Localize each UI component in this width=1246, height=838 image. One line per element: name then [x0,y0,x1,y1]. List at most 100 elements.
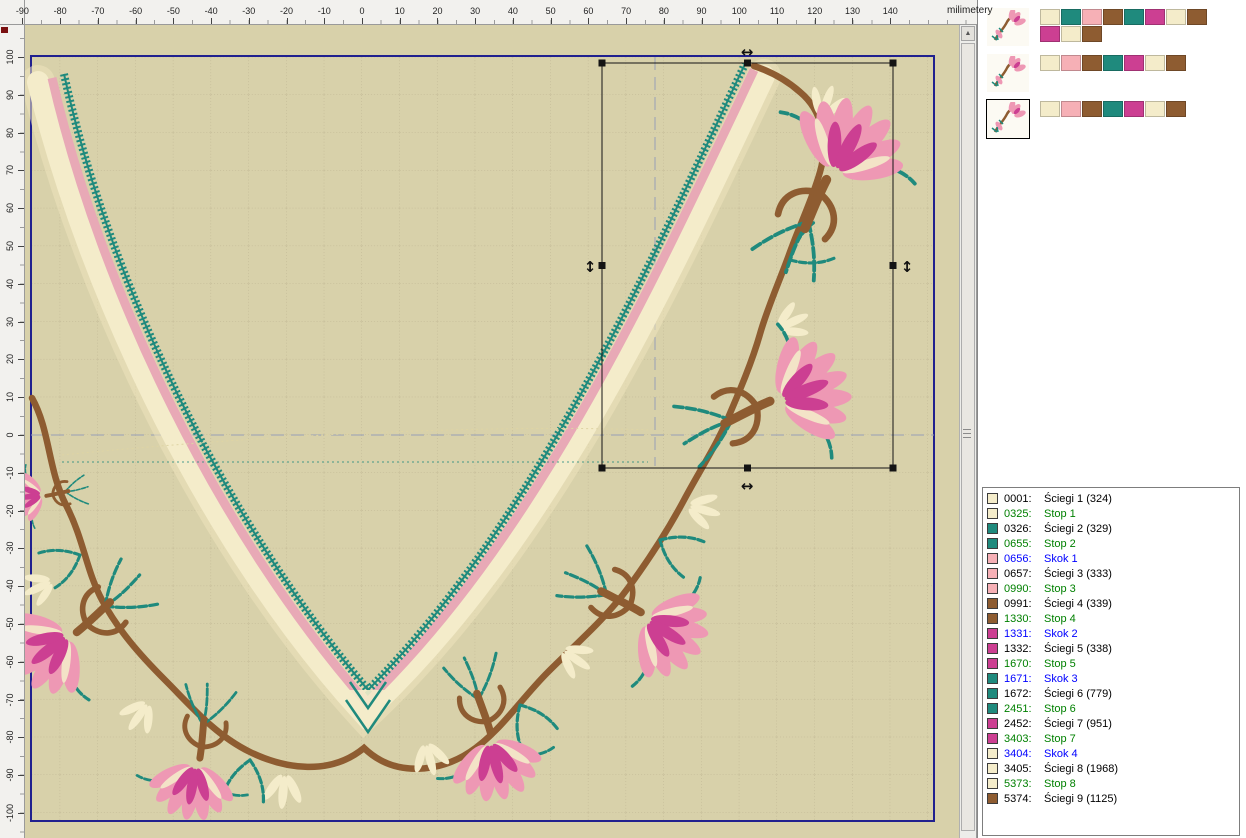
stitch-list-item[interactable]: 1670:Stop 5 [987,656,1239,671]
thread-color-swatch[interactable] [1145,55,1165,71]
design-block-thumbnail[interactable] [987,100,1029,138]
stitch-list-item[interactable]: 1330:Stop 4 [987,611,1239,626]
thread-color-swatch[interactable] [1040,101,1060,117]
ruler-tick [98,18,99,24]
ruler-tick [739,18,740,24]
ruler-label: 10 [5,388,15,406]
ruler-tick [18,624,24,625]
ruler-label: -40 [5,577,15,595]
ruler-label: -90 [5,766,15,784]
stitch-list-item[interactable]: 3404:Skok 4 [987,746,1239,761]
embroidery-canvas-svg[interactable]: ↔ ↔ ↕ ↕ [25,25,959,838]
thread-color-swatch[interactable] [1124,55,1144,71]
stitch-list-item[interactable]: 2452:Ściegi 7 (951) [987,716,1239,731]
stitch-sequence-list[interactable]: 0001:Ściegi 1 (324)0325:Stop 10326:Ścieg… [982,487,1240,836]
ruler-tick [18,95,24,96]
resize-horizontal-icon[interactable]: ↔ [741,43,754,61]
thread-color-swatch[interactable] [1061,26,1081,42]
thread-color-swatch[interactable] [1124,9,1144,25]
thread-color-swatch[interactable] [1166,55,1186,71]
stitch-list-item[interactable]: 0990:Stop 3 [987,581,1239,596]
stitch-label: Skok 1 [1044,553,1078,565]
design-canvas[interactable]: ↔ ↔ ↕ ↕ [25,25,959,838]
ruler-label: 80 [5,124,15,142]
resize-vertical-icon[interactable]: ↕ [901,258,914,276]
ruler-tick [362,18,363,24]
scroll-up-button[interactable]: ▲ [961,26,975,41]
stitch-list-item[interactable]: 3405:Ściegi 8 (1968) [987,761,1239,776]
stitch-list-item[interactable]: 5373:Stop 8 [987,776,1239,791]
design-block[interactable] [978,4,1246,50]
thread-color-swatch[interactable] [1145,9,1165,25]
stitch-index: 0656: [1004,553,1044,565]
stitch-list-item[interactable]: 2451:Stop 6 [987,701,1239,716]
thread-color-swatch[interactable] [1040,26,1060,42]
thread-color-swatch[interactable] [1040,55,1060,71]
stitch-color-swatch [987,688,998,699]
thread-color-swatch[interactable] [1187,9,1207,25]
resize-horizontal-icon[interactable]: ↔ [741,477,754,495]
stitch-label: Stop 6 [1044,703,1076,715]
ruler-label: 60 [583,6,593,16]
thread-color-swatch[interactable] [1061,55,1081,71]
stitch-label: Ściegi 2 (329) [1044,523,1112,535]
embroidery-thumbnail-image [989,102,1027,136]
thread-color-swatch[interactable] [1061,101,1081,117]
stitch-index: 0001: [1004,493,1044,505]
ruler-position-marker [1,27,8,33]
ruler-label: 120 [807,6,822,16]
stitch-color-swatch [987,508,998,519]
resize-vertical-icon[interactable]: ↕ [584,258,597,276]
stitch-label: Stop 1 [1044,508,1076,520]
stitch-list-item[interactable]: 3403:Stop 7 [987,731,1239,746]
stitch-index: 1671: [1004,673,1044,685]
stitch-list-item[interactable]: 0326:Ściegi 2 (329) [987,521,1239,536]
stitch-list-item[interactable]: 1332:Ściegi 5 (338) [987,641,1239,656]
thread-color-swatch[interactable] [1103,55,1123,71]
stitch-list-item[interactable]: 0656:Skok 1 [987,551,1239,566]
stitch-list-item[interactable]: 0001:Ściegi 1 (324) [987,491,1239,506]
stitch-color-swatch [987,553,998,564]
ruler-tick [18,133,24,134]
thread-color-swatch[interactable] [1103,9,1123,25]
stitch-list-item[interactable]: 5374:Ściegi 9 (1125) [987,791,1239,806]
stitch-index: 0657: [1004,568,1044,580]
ruler-tick [18,246,24,247]
thread-color-swatch[interactable] [1040,9,1060,25]
stitch-list-item[interactable]: 0655:Stop 2 [987,536,1239,551]
thread-color-swatch[interactable] [1166,101,1186,117]
right-panel: 0001:Ściegi 1 (324)0325:Stop 10326:Ścieg… [977,0,1246,838]
thread-color-swatch[interactable] [1166,9,1186,25]
thread-color-swatch[interactable] [1082,55,1102,71]
ruler-tick [551,18,552,24]
design-block[interactable] [978,96,1246,142]
stitch-list-item[interactable]: 1331:Skok 2 [987,626,1239,641]
stitch-color-swatch [987,493,998,504]
thread-color-swatch[interactable] [1145,101,1165,117]
stitch-index: 3404: [1004,748,1044,760]
stitch-list-item[interactable]: 1672:Ściegi 6 (779) [987,686,1239,701]
thread-color-swatch[interactable] [1082,9,1102,25]
stitch-index: 0991: [1004,598,1044,610]
scrollbar-grip[interactable] [963,429,971,441]
stitch-list-item[interactable]: 0657:Ściegi 3 (333) [987,566,1239,581]
stitch-label: Ściegi 1 (324) [1044,493,1112,505]
stitch-list-item[interactable]: 0325:Stop 1 [987,506,1239,521]
thread-color-swatch[interactable] [1061,9,1081,25]
vertical-scrollbar[interactable]: ▲ [959,25,977,838]
design-block-thumbnail[interactable] [987,8,1029,46]
horizontal-ruler: milimetery -90-80-70-60-50-40-30-20-1001… [25,0,977,25]
ruler-label: -80 [5,728,15,746]
thread-color-swatch[interactable] [1082,26,1102,42]
thread-color-swatch[interactable] [1124,101,1144,117]
ruler-label: -40 [205,6,218,16]
stitch-list-item[interactable]: 1671:Skok 3 [987,671,1239,686]
ruler-label: -60 [129,6,142,16]
thread-color-swatch[interactable] [1103,101,1123,117]
design-block[interactable] [978,50,1246,96]
stitch-index: 3405: [1004,763,1044,775]
design-block-thumbnail[interactable] [987,54,1029,92]
stitch-list-item[interactable]: 0991:Ściegi 4 (339) [987,596,1239,611]
thread-color-swatch[interactable] [1082,101,1102,117]
ruler-label: -10 [318,6,331,16]
